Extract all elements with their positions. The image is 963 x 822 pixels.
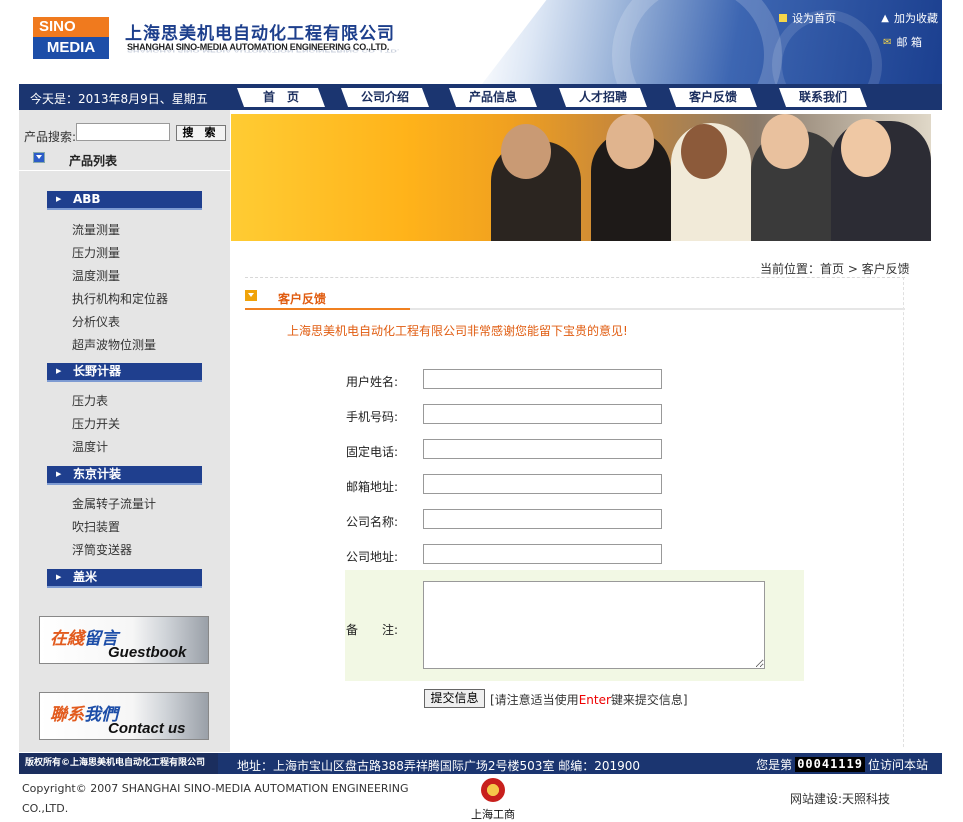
visit-count: 00041119 [795,757,865,772]
nav-products[interactable]: 产品信息 [449,88,537,107]
company-name-reflection: SHANGHAI SINO-MEDIA AUTOMATION ENGINEERI… [127,48,400,55]
contact-us-banner[interactable]: 聯系我們 Contact us [39,692,209,740]
footer-address: 地址：上海市宝山区盘古路388弄祥腾国际广场2号楼503室 邮编：201900 [237,759,641,773]
mailbox-link[interactable]: ✉ 邮 箱 [883,34,922,50]
address-label: 公司地址: [346,550,399,564]
product-link[interactable]: 压力测量 [72,244,120,261]
mail-icon: ✉ [883,36,892,48]
section-title: 客户反馈 [278,292,327,306]
company-field[interactable] [423,509,662,529]
person-icon: ▲ [881,12,889,24]
nav-home[interactable]: 首 页 [237,88,325,107]
submit-hint: [请注意适当使用Enter键来提交信息] [490,693,688,707]
name-field[interactable] [423,369,662,389]
product-link[interactable]: 分析仪表 [72,313,120,330]
nav-about[interactable]: 公司介绍 [341,88,429,107]
product-search-button[interactable]: 搜 索 [176,125,226,141]
thanks-message: 上海思美机电自动化工程有限公司非常感谢您能留下宝贵的意见! [287,324,628,338]
phone-label: 固定电话: [346,445,399,459]
footer-bar: 版权所有©上海思美机电自动化工程有限公司 地址：上海市宝山区盘古路388弄祥腾国… [19,753,942,774]
company-logo[interactable]: SINO MEDIA [33,17,109,59]
category-tokyo-keiso[interactable]: ▶ 东京计装 [47,466,202,485]
submit-button[interactable]: 提交信息 [424,689,485,708]
product-search-label: 产品搜索: [24,130,77,144]
product-search-input[interactable] [76,123,170,141]
product-link[interactable]: 温度测量 [72,267,120,284]
guestbook-banner[interactable]: 在綫留言 Guestbook [39,616,209,664]
email-label: 邮箱地址: [346,480,399,494]
mobile-field[interactable] [423,404,662,424]
phone-field[interactable] [423,439,662,459]
name-label: 用户姓名: [346,375,399,389]
product-link[interactable]: 温度计 [72,438,108,455]
arrow-right-icon: ▶ [56,195,62,203]
logo-bottom-text: MEDIA [33,37,109,59]
breadcrumb: 当前位置：首页 > 客户反馈 [760,262,910,276]
visit-counter: 您是第 00041119 位访问本站 [756,757,928,772]
address-field[interactable] [423,544,662,564]
product-link[interactable]: 金属转子流量计 [72,495,156,512]
product-link[interactable]: 执行机构和定位器 [72,290,168,307]
product-list-title: 产品列表 [69,154,118,168]
site-header: SINO MEDIA 上海思美机电自动化工程有限公司 SHANGHAI SINO… [19,0,942,84]
nav-contact[interactable]: 联系我们 [779,88,867,107]
footer-copyright-short: 版权所有©上海思美机电自动化工程有限公司 [19,753,218,774]
nav-feedback[interactable]: 客户反馈 [669,88,757,107]
product-link[interactable]: 压力表 [72,392,108,409]
site-credit[interactable]: 网站建设:天照科技 [790,790,890,807]
hero-banner-image [231,114,931,241]
company-label: 公司名称: [346,515,399,529]
category-gemu[interactable]: ▶ 盖米 [47,569,202,588]
homepage-icon [779,14,787,22]
logo-top-text: SINO [33,17,109,37]
note-label: 备 注: [346,623,399,637]
dropdown-icon [33,152,45,163]
email-field[interactable] [423,474,662,494]
product-link[interactable]: 压力开关 [72,415,120,432]
company-name-cn: 上海思美机电自动化工程有限公司 [125,24,395,44]
nav-careers[interactable]: 人才招聘 [559,88,647,107]
section-underline [245,308,905,310]
product-link[interactable]: 浮筒变送器 [72,541,132,558]
gongshang-label[interactable]: 上海工商 [471,806,515,822]
arrow-right-icon: ▶ [56,470,62,478]
main-nav: 今天是：2013年8月9日、星期五 首 页 公司介绍 产品信息 人才招聘 客户反… [19,84,942,110]
note-field[interactable] [423,581,765,669]
arrow-right-icon: ▶ [56,367,62,375]
arrow-right-icon: ▶ [56,573,62,581]
sidebar: 产品搜索: 搜 索 产品列表 ▶ ABB 流量测量 压力测量 温度测量 执行机构… [19,110,230,752]
section-arrow-icon [245,290,257,301]
product-link[interactable]: 吹扫装置 [72,518,120,535]
divider [245,277,905,278]
category-abb[interactable]: ▶ ABB [47,191,202,210]
gongshang-emblem-icon[interactable] [481,778,505,802]
add-favorite-link[interactable]: ▲ 加为收藏 [881,10,938,26]
product-link[interactable]: 超声波物位测量 [72,336,156,353]
current-date: 今天是：2013年8月9日、星期五 [30,92,208,106]
set-homepage-link[interactable]: 设为首页 [779,10,836,26]
product-link[interactable]: 流量测量 [72,221,120,238]
category-nagano[interactable]: ▶ 长野计器 [47,363,202,382]
footer-copyright: Copyright© 2007 SHANGHAI SINO-MEDIA AUTO… [22,782,409,815]
mobile-label: 手机号码: [346,410,399,424]
header-banner-graphic [482,0,942,84]
